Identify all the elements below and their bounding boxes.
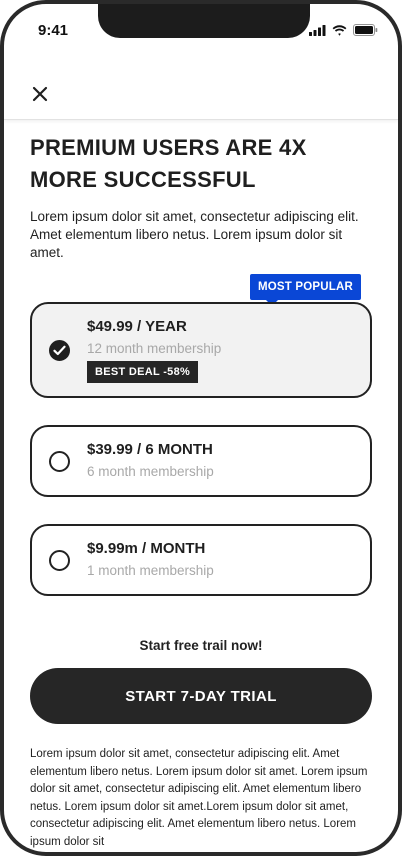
page-title: PREMIUM USERS ARE 4X MORE SUCCESSFUL: [30, 135, 307, 192]
plan-subtitle: 6 month membership: [87, 464, 214, 479]
plan-option-monthly[interactable]: $9.99m / MONTH 1 month membership: [30, 524, 372, 596]
best-deal-badge: BEST DEAL -58%: [87, 361, 199, 383]
close-button[interactable]: [26, 80, 54, 108]
most-popular-badge: MOST POPULAR: [250, 274, 361, 306]
close-icon: [32, 86, 48, 102]
trial-prompt: Start free trail now!: [139, 638, 263, 653]
modal-header: [4, 68, 398, 120]
phone-frame: 9:41 PREMIUM USERS ARE 4X MORE SUCCESSFU…: [0, 0, 402, 856]
checkmark-icon: [53, 345, 66, 356]
signal-icon: [309, 24, 326, 36]
plan-price: $49.99 / YEAR: [87, 318, 187, 335]
plan-price: $39.99 / 6 MONTH: [87, 441, 213, 458]
page-description: Lorem ipsum dolor sit amet, consectetur …: [30, 209, 359, 260]
plan-radio-selected[interactable]: [49, 340, 70, 361]
wifi-icon: [332, 24, 347, 36]
battery-icon: [353, 24, 378, 36]
device-notch: [98, 4, 310, 38]
plan-option-6month[interactable]: $39.99 / 6 MONTH 6 month membership: [30, 425, 372, 497]
status-icons: [309, 24, 378, 36]
plan-radio[interactable]: [49, 550, 70, 571]
status-time: 9:41: [38, 22, 69, 39]
plan-price: $9.99m / MONTH: [87, 540, 206, 557]
footer-legal-text: Lorem ipsum dolor sit amet, consectetur …: [30, 748, 368, 848]
start-trial-button[interactable]: START 7-DAY TRIAL: [30, 668, 372, 724]
plan-option-yearly[interactable]: $49.99 / YEAR 12 month membership BEST D…: [30, 302, 372, 398]
plan-subtitle: 1 month membership: [87, 563, 214, 578]
plan-radio[interactable]: [49, 451, 70, 472]
plan-subtitle: 12 month membership: [87, 341, 222, 356]
